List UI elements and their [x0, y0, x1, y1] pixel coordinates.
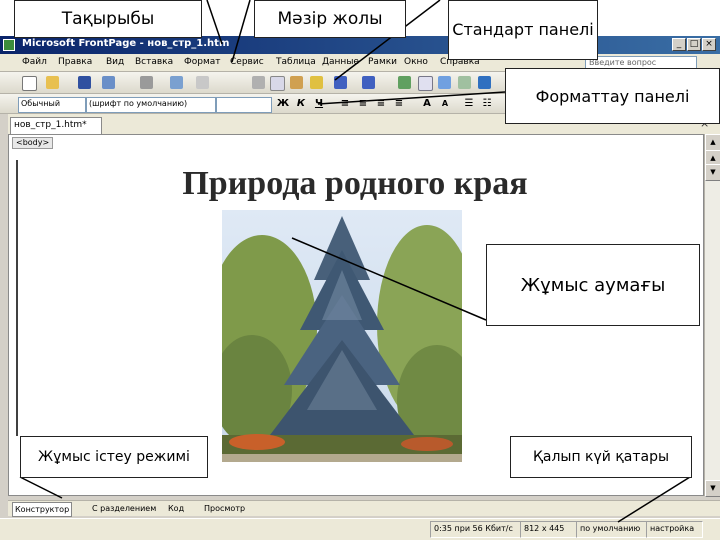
scroll-up-icon[interactable]: ▲: [705, 134, 720, 151]
bullet-list-icon[interactable]: ☷: [480, 97, 494, 111]
redo-icon[interactable]: [362, 76, 375, 89]
spruce-tree-illustration: [222, 210, 462, 462]
italic-button[interactable]: К: [294, 97, 308, 111]
save-icon[interactable]: [78, 76, 91, 89]
align-center-icon[interactable]: ≡: [356, 97, 370, 111]
menu-window[interactable]: Окно: [404, 57, 428, 67]
align-right-icon[interactable]: ≡: [374, 97, 388, 111]
close-button[interactable]: ×: [702, 38, 716, 51]
status-load-time: 0:35 при 56 Кбит/с: [430, 521, 521, 538]
cut-icon[interactable]: [252, 76, 265, 89]
publish-icon[interactable]: [102, 76, 115, 89]
format-painter-icon[interactable]: [310, 76, 323, 89]
numbered-list-icon[interactable]: ☰: [462, 97, 476, 111]
bold-button[interactable]: Ж: [276, 97, 290, 111]
status-page-size: 812 x 445: [520, 521, 577, 538]
font-select[interactable]: (шрифт по умолчанию): [86, 97, 216, 113]
callout-work-mode: Жұмыс істеу режимі: [20, 436, 208, 478]
menu-edit[interactable]: Правка: [58, 57, 92, 67]
insert-picture-icon[interactable]: [438, 76, 451, 89]
status-default: по умолчанию: [576, 521, 647, 538]
body-tag-marker[interactable]: <body>: [12, 137, 54, 149]
increase-font-icon[interactable]: A: [420, 97, 434, 111]
decrease-font-icon[interactable]: A: [438, 97, 452, 111]
open-folder-icon[interactable]: [46, 76, 59, 89]
hyperlink-icon[interactable]: [478, 76, 491, 89]
scroll-down-icon[interactable]: ▼: [705, 480, 720, 497]
spelling-icon[interactable]: [196, 76, 209, 89]
view-tab-code[interactable]: Код: [166, 502, 186, 515]
callout-standard-panel: Стандарт панелі: [448, 0, 598, 60]
justify-icon[interactable]: ≡: [392, 97, 406, 111]
callout-format-panel: Форматтау панелі: [505, 68, 720, 124]
page-heading[interactable]: Природа родного края: [60, 165, 650, 203]
menu-view[interactable]: Вид: [106, 57, 124, 67]
insert-table-icon[interactable]: [418, 76, 433, 91]
frontpage-app-icon[interactable]: [3, 39, 15, 51]
view-tab-preview[interactable]: Просмотр: [202, 502, 247, 515]
callout-menu-bar: Мәзір жолы: [254, 0, 406, 38]
preview-icon[interactable]: [170, 76, 183, 89]
view-tab-split[interactable]: С разделением: [90, 502, 158, 515]
callout-title: Тақырыбы: [14, 0, 202, 38]
scroll-page-down-icon[interactable]: ▼: [705, 164, 720, 181]
paste-icon[interactable]: [290, 76, 303, 89]
view-tab-design[interactable]: Конструктор: [12, 502, 73, 517]
align-left-icon[interactable]: ≡: [338, 97, 352, 111]
menu-data[interactable]: Данные: [322, 57, 359, 67]
callout-work-area: Жұмыс аумағы: [486, 244, 700, 326]
new-page-icon[interactable]: [22, 76, 37, 91]
menu-frames[interactable]: Рамки: [368, 57, 397, 67]
style-select[interactable]: Обычный: [18, 97, 86, 113]
menu-insert[interactable]: Вставка: [135, 57, 173, 67]
undo-icon[interactable]: [334, 76, 347, 89]
menu-file[interactable]: Файл: [22, 57, 47, 67]
insert-component-icon[interactable]: [398, 76, 411, 89]
status-custom: настройка: [646, 521, 703, 538]
spruce-tree-photo[interactable]: [222, 210, 462, 462]
underline-button[interactable]: Ч: [312, 97, 326, 111]
vertical-scrollbar[interactable]: [704, 134, 720, 496]
document-tab[interactable]: нов_стр_1.htm*: [10, 117, 102, 134]
minimize-button[interactable]: _: [672, 38, 686, 51]
print-icon[interactable]: [140, 76, 153, 89]
callout-status-bar: Қалып күй қатары: [510, 436, 692, 478]
copy-icon[interactable]: [270, 76, 285, 91]
window-title: Microsoft FrontPage - нов_стр_1.htm: [22, 38, 230, 49]
menu-tools[interactable]: Сервис: [230, 57, 264, 67]
maximize-button[interactable]: □: [687, 38, 701, 51]
font-size-select[interactable]: [216, 97, 272, 113]
menu-table[interactable]: Таблица: [276, 57, 316, 67]
menu-format[interactable]: Формат: [184, 57, 221, 67]
drawing-icon[interactable]: [458, 76, 471, 89]
